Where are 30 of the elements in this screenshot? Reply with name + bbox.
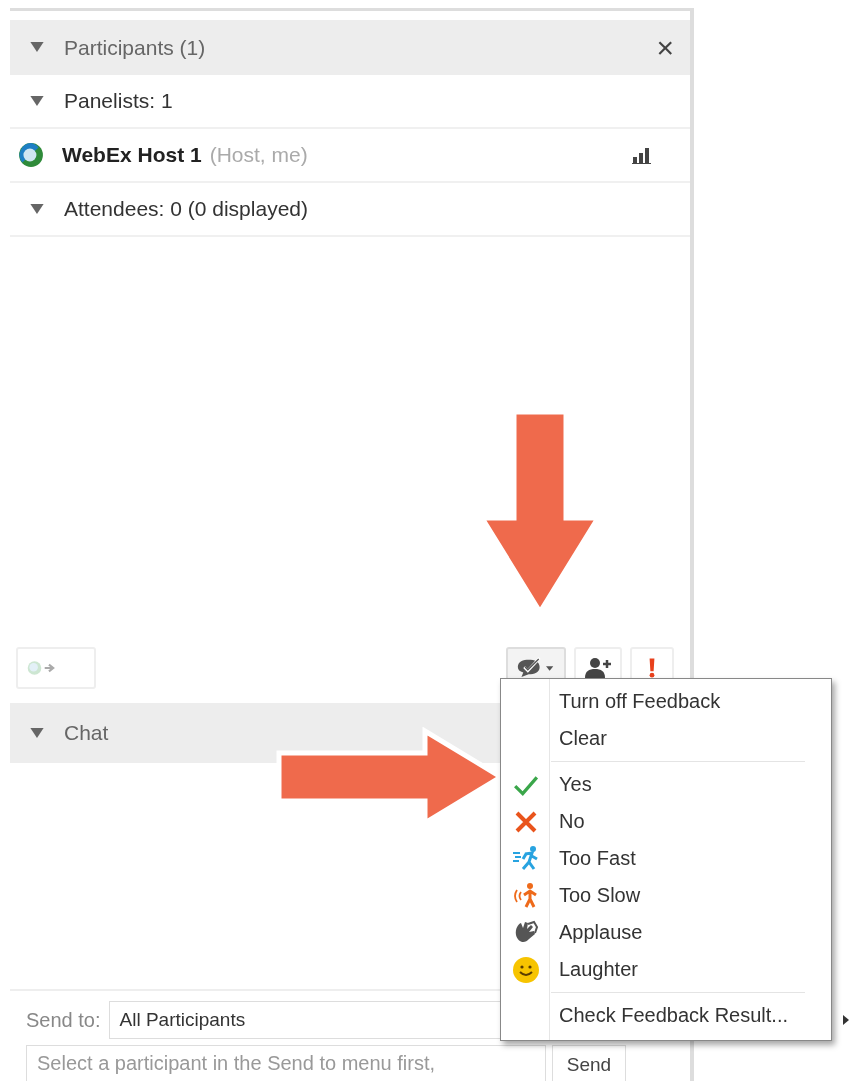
group-label: Attendees: 0 (0 displayed) bbox=[64, 197, 308, 221]
section-title: Participants (1) bbox=[64, 35, 206, 60]
collapse-icon[interactable] bbox=[30, 95, 44, 107]
send-to-label: Send to: bbox=[26, 1008, 101, 1032]
menu-item[interactable]: Yes bbox=[551, 773, 592, 796]
exclamation-icon bbox=[648, 656, 656, 680]
menu-item[interactable]: Too Slow bbox=[551, 884, 641, 907]
collapse-icon[interactable] bbox=[30, 203, 44, 215]
send-button[interactable]: Send bbox=[552, 1045, 626, 1081]
menu-item[interactable]: Clear bbox=[551, 727, 607, 750]
smiley-icon bbox=[512, 955, 540, 984]
collapse-icon[interactable] bbox=[30, 42, 44, 53]
menu-item[interactable]: Laughter bbox=[551, 958, 638, 981]
avatar-icon bbox=[18, 142, 44, 168]
collapse-icon[interactable] bbox=[30, 727, 44, 739]
menu-item[interactable]: Too Fast bbox=[551, 847, 636, 870]
cross-icon bbox=[514, 809, 538, 834]
signal-bars-icon bbox=[632, 146, 652, 164]
section-title: Chat bbox=[64, 721, 109, 745]
participant-role: (Host, me) bbox=[209, 143, 309, 167]
participant-name: WebEx Host 1 bbox=[62, 143, 202, 167]
menu-item[interactable]: Applause bbox=[551, 921, 643, 944]
message-input[interactable]: Select a participant in the Send to menu first, bbox=[26, 1045, 546, 1081]
group-label: Panelists: 1 bbox=[64, 89, 173, 113]
menu-item[interactable]: Turn off Feedback bbox=[551, 690, 721, 713]
scroll-right-icon[interactable] bbox=[842, 1014, 850, 1026]
running-person-icon bbox=[512, 844, 540, 873]
menu-item[interactable]: No bbox=[551, 810, 585, 833]
add-person-icon bbox=[584, 656, 612, 680]
close-button[interactable]: × bbox=[656, 32, 674, 63]
